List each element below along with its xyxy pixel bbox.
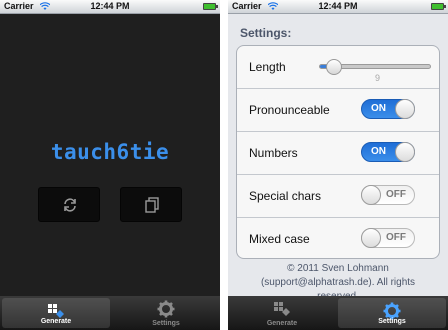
length-value: 9: [375, 73, 381, 83]
settings-group: Length 9 Pronounceable ON Numbers ON Spe…: [236, 45, 440, 259]
mixed-case-row: Mixed case OFF: [237, 218, 439, 258]
toggle-state-text: ON: [371, 103, 386, 114]
toggle-knob: [361, 185, 381, 205]
tab-generate-label: Generate: [40, 318, 72, 325]
generated-password: tauch6tie: [50, 140, 170, 164]
battery-icon: [203, 3, 218, 10]
footer-line: © 2011 Sven Lohmann: [287, 263, 389, 274]
toggle-knob: [395, 142, 415, 162]
mixed-case-label: Mixed case: [249, 232, 310, 246]
copy-button[interactable]: [120, 187, 182, 222]
settings-heading: Settings:: [240, 26, 292, 40]
status-bar: Carrier 12:44 PM: [228, 0, 448, 14]
special-chars-toggle[interactable]: OFF: [361, 185, 415, 205]
pronounceable-label: Pronounceable: [249, 103, 330, 117]
toggle-knob: [361, 228, 381, 248]
mixed-case-toggle[interactable]: OFF: [361, 228, 415, 248]
toggle-knob: [395, 99, 415, 119]
clock: 12:44 PM: [90, 1, 130, 11]
tab-generate[interactable]: Generate: [2, 298, 110, 328]
tab-generate[interactable]: Generate: [228, 296, 336, 330]
tab-bar: Generate Settings: [0, 296, 220, 330]
length-label: Length: [249, 60, 286, 74]
tab-settings[interactable]: Settings: [112, 296, 220, 330]
copy-icon: [145, 197, 159, 213]
grid-icon: [274, 302, 290, 316]
tab-settings-label: Settings: [152, 320, 180, 327]
toggle-state-text: OFF: [386, 232, 406, 243]
numbers-row: Numbers ON: [237, 132, 439, 175]
slider-thumb[interactable]: [325, 59, 342, 75]
tab-settings[interactable]: Settings: [338, 298, 446, 328]
length-row: Length 9: [237, 46, 439, 89]
battery-icon: [431, 3, 446, 10]
gear-icon: [157, 300, 175, 318]
status-bar: Carrier 12:44 PM: [0, 0, 220, 14]
special-chars-label: Special chars: [249, 189, 322, 203]
pronounceable-toggle[interactable]: ON: [361, 99, 415, 119]
numbers-toggle[interactable]: ON: [361, 142, 415, 162]
tab-settings-label: Settings: [378, 318, 406, 325]
toggle-state-text: OFF: [386, 189, 406, 200]
numbers-label: Numbers: [249, 146, 298, 160]
special-chars-row: Special chars OFF: [237, 175, 439, 218]
footer-line: (support@alphatrash.de). All rights: [260, 277, 416, 288]
settings-screen: Carrier 12:44 PM Settings: Length 9 Pron…: [228, 0, 448, 330]
toggle-state-text: ON: [371, 146, 386, 157]
generate-screen: Carrier 12:44 PM tauch6tie Generate Sett…: [0, 0, 220, 330]
tab-generate-label: Generate: [266, 320, 298, 327]
refresh-icon: [64, 198, 76, 212]
refresh-button[interactable]: [38, 187, 100, 222]
length-slider[interactable]: [319, 59, 431, 75]
pronounceable-row: Pronounceable ON: [237, 89, 439, 132]
clock: 12:44 PM: [318, 1, 358, 11]
tab-bar: Generate Settings: [228, 296, 448, 330]
